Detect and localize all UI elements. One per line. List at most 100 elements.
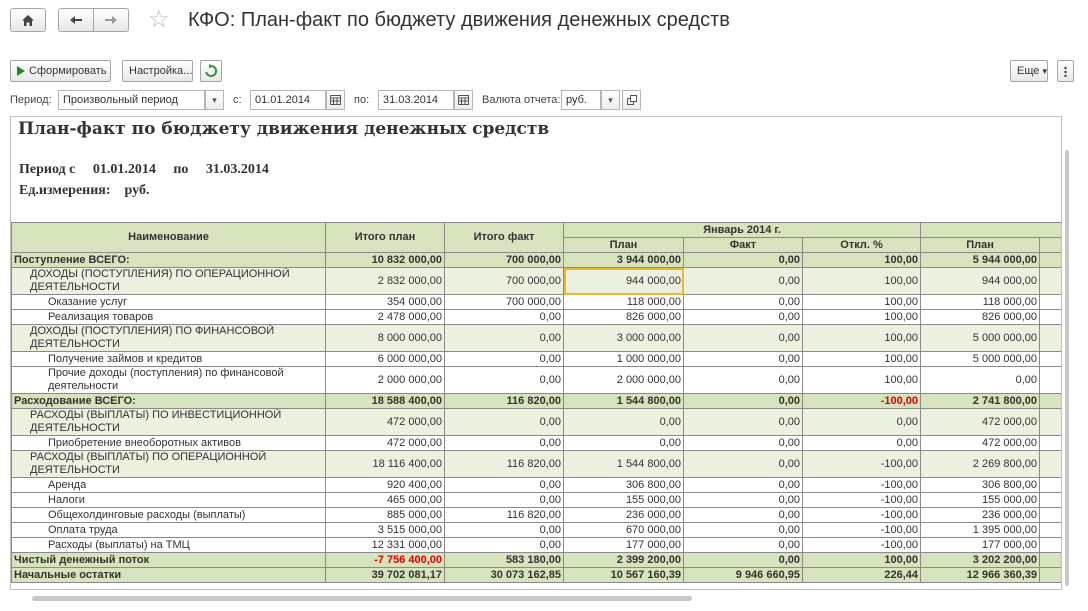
table-row[interactable]: РАСХОДЫ (ВЫПЛАТЫ) ПО ОПЕРАЦИОННОЙ ДЕЯТЕЛ… <box>11 450 1061 478</box>
cell-d[interactable]: -100,00 <box>801 450 922 478</box>
cell-p2[interactable]: 12 966 360,39 <box>920 567 1041 583</box>
table-row[interactable]: Приобретение внеоборотных активов 472 000… <box>11 435 1061 451</box>
cell-tf[interactable]: 0,00 <box>444 309 564 325</box>
cell-p2[interactable]: 236 000,00 <box>920 507 1041 523</box>
cell-tf[interactable]: 0,00 <box>444 477 564 493</box>
cell-tf[interactable]: 700 000,00 <box>444 267 564 295</box>
cell-p2[interactable]: 472 000,00 <box>920 408 1041 436</box>
table-row[interactable]: Расходование ВСЕГО: 18 588 400,00 116 820,… <box>11 393 1061 409</box>
cell-d[interactable]: -100,00 <box>801 492 922 508</box>
cell-f[interactable]: 0,00 <box>683 435 803 451</box>
cell-p[interactable]: 118 000,00 <box>563 294 684 310</box>
cell-tp[interactable]: 8 000 000,00 <box>325 324 445 352</box>
cell-d[interactable]: -100,00 <box>801 537 922 553</box>
forward-button[interactable] <box>93 8 129 32</box>
cell-tf[interactable]: 0,00 <box>444 366 564 394</box>
cell-tf[interactable]: 0,00 <box>444 351 564 367</box>
cell-d[interactable]: -100,00 <box>801 507 922 523</box>
cell-f[interactable]: 0,00 <box>683 552 803 568</box>
cell-tp[interactable]: 465 000,00 <box>325 492 445 508</box>
cell-p2[interactable]: 1 395 000,00 <box>920 522 1041 538</box>
cell-tf[interactable]: 0,00 <box>444 408 564 436</box>
cell-tp[interactable]: 472 000,00 <box>325 435 445 451</box>
cell-tf[interactable]: 116 820,00 <box>444 507 564 523</box>
currency-field[interactable]: руб. <box>561 90 601 110</box>
period-dropdown-button[interactable]: ▾ <box>205 90 224 110</box>
cell-tp[interactable]: -7 756 400,00 <box>325 552 445 568</box>
cell-p2[interactable]: 155 000,00 <box>920 492 1041 508</box>
cell-d[interactable]: 100,00 <box>801 324 922 352</box>
cell-tp[interactable]: 2 000 000,00 <box>325 366 445 394</box>
cell-p[interactable]: 3 000 000,00 <box>563 324 684 352</box>
table-row[interactable]: Расходы (выплаты) на ТМЦ 12 331 000,00 0,0… <box>11 537 1061 553</box>
cell-p[interactable]: 1 544 800,00 <box>563 450 684 478</box>
table-row[interactable]: Налоги 465 000,00 0,00 155 000,00 0,00 -100,0… <box>11 492 1061 508</box>
cell-tf[interactable]: 30 073 162,85 <box>444 567 564 583</box>
cell-p2[interactable]: 944 000,00 <box>920 267 1041 295</box>
cell-tf[interactable]: 700 000,00 <box>444 252 564 268</box>
cell-f[interactable]: 0,00 <box>683 507 803 523</box>
cell-f[interactable]: 0,00 <box>683 252 803 268</box>
cell-p2[interactable]: 2 269 800,00 <box>920 450 1041 478</box>
cell-f[interactable]: 0,00 <box>683 450 803 478</box>
table-row[interactable]: Общехолдинговые расходы (выплаты) 885 000… <box>11 507 1061 523</box>
cell-p2[interactable]: 5 000 000,00 <box>920 324 1041 352</box>
cell-p2[interactable]: 5 944 000,00 <box>920 252 1041 268</box>
report-area[interactable]: План-факт по бюджету движения денежных с… <box>10 116 1062 590</box>
cell-f[interactable]: 0,00 <box>683 522 803 538</box>
cell-p[interactable]: 10 567 160,39 <box>563 567 684 583</box>
table-row[interactable]: Получение займов и кредитов 6 000 000,00 0… <box>11 351 1061 367</box>
generate-button[interactable]: Сформировать <box>10 60 111 82</box>
table-row[interactable]: Поступление ВСЕГО: 10 832 000,00 700 000,0… <box>11 252 1061 268</box>
back-button[interactable] <box>58 8 94 32</box>
table-row[interactable]: Реализация товаров 2 478 000,00 0,00 826 00… <box>11 309 1061 325</box>
cell-p[interactable]: 155 000,00 <box>563 492 684 508</box>
cell-p[interactable]: 3 944 000,00 <box>563 252 684 268</box>
period-select[interactable]: Произвольный период <box>58 90 205 110</box>
cell-tf[interactable]: 0,00 <box>444 522 564 538</box>
table-row[interactable]: Оплата труда 3 515 000,00 0,00 670 000,00 0,… <box>11 522 1061 538</box>
cell-tp[interactable]: 2 478 000,00 <box>325 309 445 325</box>
cell-p2[interactable]: 3 202 200,00 <box>920 552 1041 568</box>
cell-d[interactable]: 226,44 <box>801 567 922 583</box>
cell-f[interactable]: 0,00 <box>683 477 803 493</box>
date-to-field[interactable]: 31.03.2014 <box>378 90 454 110</box>
cell-tf[interactable]: 0,00 <box>444 435 564 451</box>
horizontal-scrollbar[interactable] <box>10 592 1062 606</box>
cell-d[interactable]: 100,00 <box>801 267 922 295</box>
cell-f[interactable]: 0,00 <box>683 324 803 352</box>
more-button[interactable]: Еще ▾ <box>1010 60 1048 82</box>
cell-p2[interactable]: 5 000 000,00 <box>920 351 1041 367</box>
cell-d[interactable]: 100,00 <box>801 552 922 568</box>
cell-f[interactable]: 0,00 <box>683 393 803 409</box>
cell-p2[interactable]: 472 000,00 <box>920 435 1041 451</box>
cell-p[interactable]: 2 399 200,00 <box>563 552 684 568</box>
cell-f[interactable]: 0,00 <box>683 366 803 394</box>
cell-d[interactable]: -100,00 <box>801 522 922 538</box>
cell-tp[interactable]: 472 000,00 <box>325 408 445 436</box>
cell-tf[interactable]: 116 820,00 <box>444 393 564 409</box>
cell-p[interactable]: 0,00 <box>563 435 684 451</box>
cell-p[interactable]: 177 000,00 <box>563 537 684 553</box>
table-row[interactable]: Начальные остатки 39 702 081,17 30 073 162… <box>11 567 1061 583</box>
cell-f[interactable]: 0,00 <box>683 351 803 367</box>
cell-p[interactable]: 1 000 000,00 <box>563 351 684 367</box>
date-from-field[interactable]: 01.01.2014 <box>250 90 326 110</box>
table-row[interactable]: Оказание услуг 354 000,00 700 000,00 118 00… <box>11 294 1061 310</box>
vertical-scrollbar[interactable] <box>1062 148 1072 590</box>
cell-tp[interactable]: 10 832 000,00 <box>325 252 445 268</box>
cell-p[interactable]: 1 544 800,00 <box>563 393 684 409</box>
table-row[interactable]: Чистый денежный поток -7 756 400,00 583 18… <box>11 552 1061 568</box>
refresh-button[interactable] <box>200 60 222 82</box>
cell-f[interactable]: 0,00 <box>683 294 803 310</box>
cell-d[interactable]: 100,00 <box>801 309 922 325</box>
settings-button[interactable]: Настройка... <box>122 60 193 82</box>
table-row[interactable]: Аренда 920 400,00 0,00 306 800,00 0,00 -100,0… <box>11 477 1061 493</box>
table-row[interactable]: Прочие доходы (поступления) по финансово… <box>11 366 1061 394</box>
table-row[interactable]: ДОХОДЫ (ПОСТУПЛЕНИЯ) ПО ОПЕРАЦИОННОЙ ДЕЯ… <box>11 267 1061 295</box>
home-button[interactable] <box>10 8 46 32</box>
cell-tp[interactable]: 6 000 000,00 <box>325 351 445 367</box>
cell-d[interactable]: 100,00 <box>801 252 922 268</box>
cell-tp[interactable]: 2 832 000,00 <box>325 267 445 295</box>
cell-d[interactable]: -100,00 <box>801 393 922 409</box>
